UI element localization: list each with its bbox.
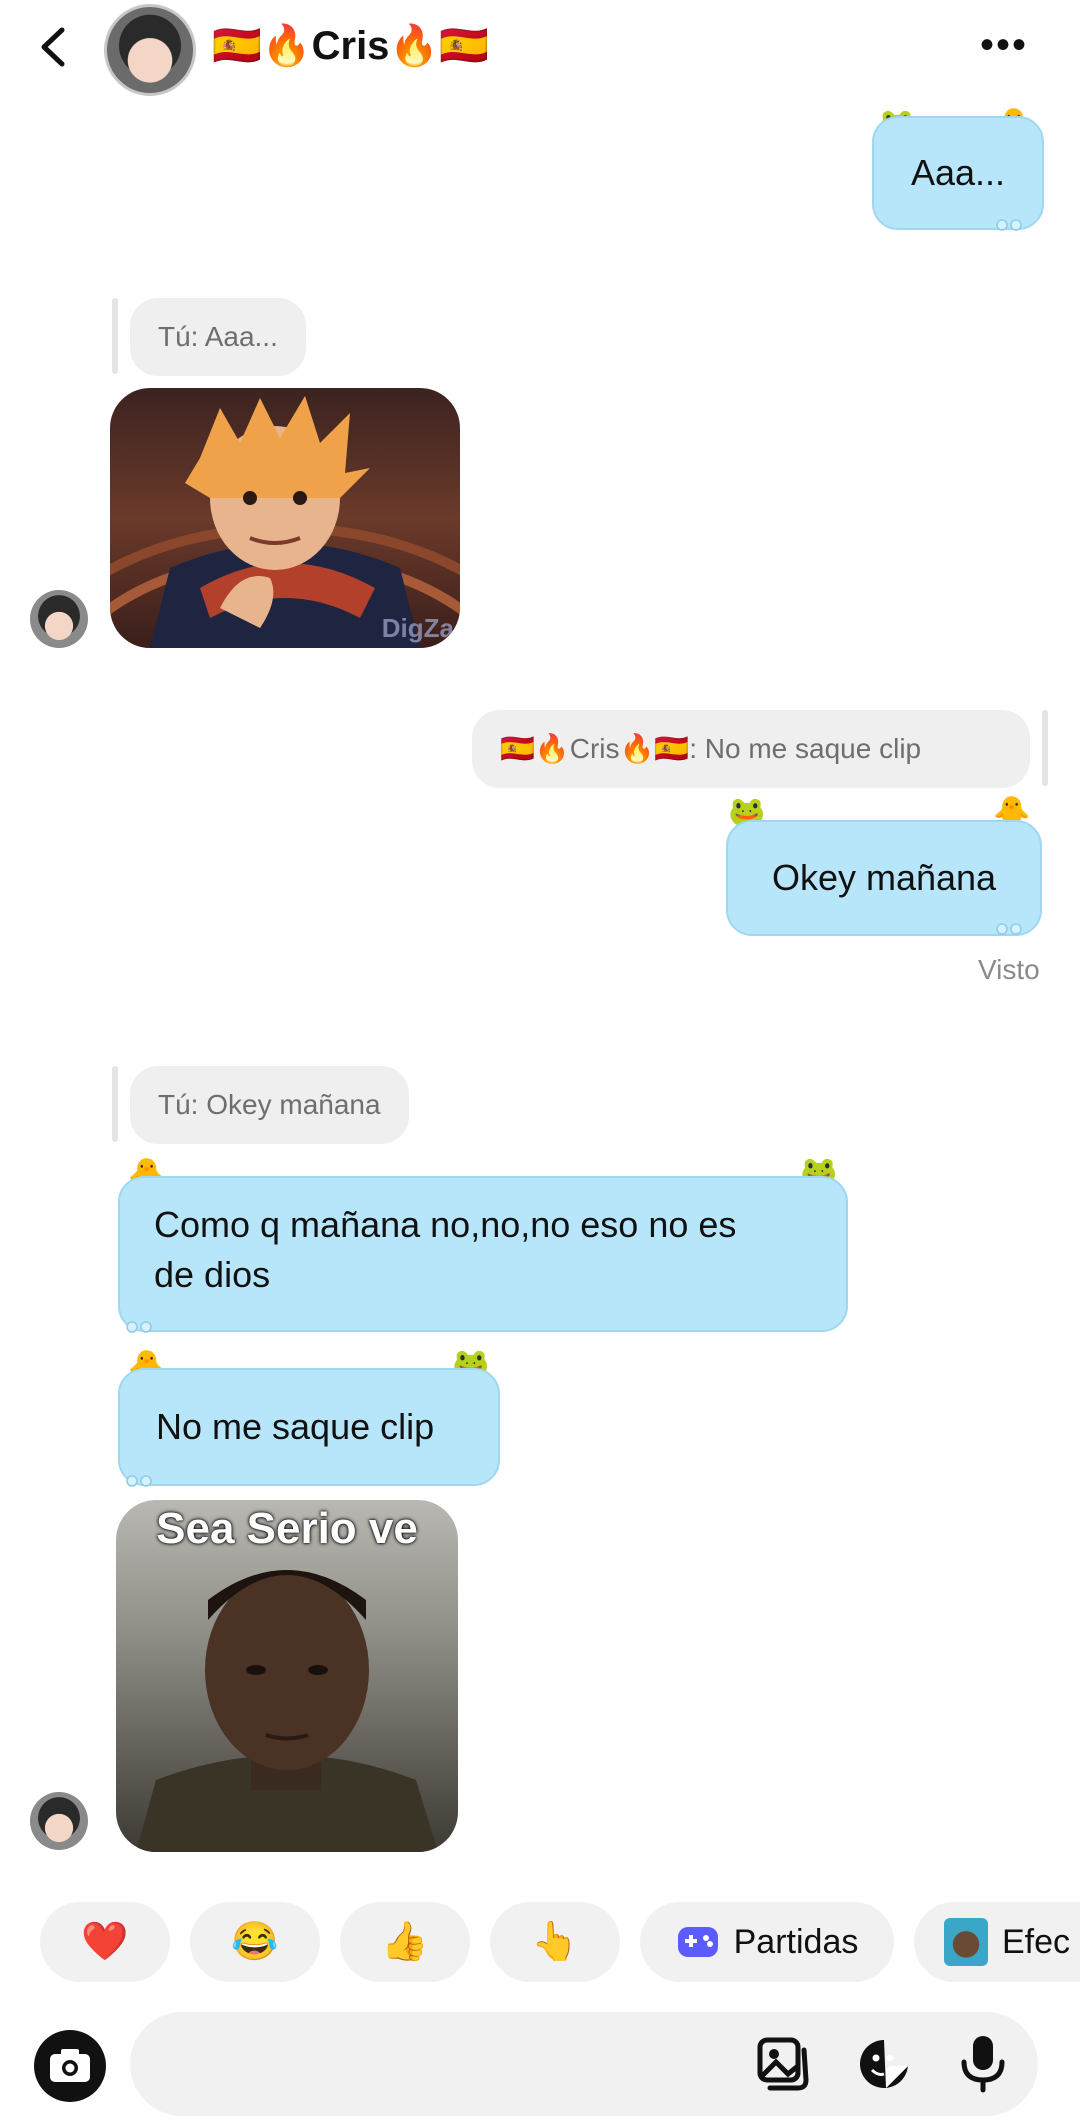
bubble-dots-icon <box>126 1475 152 1487</box>
reply-text: Tú: Aaa... <box>158 321 278 352</box>
meme-caption: Sea Serio ve <box>156 1504 418 1553</box>
message-text: No me saque clip <box>156 1406 435 1447</box>
received-image-anime[interactable]: DigZa <box>110 388 460 648</box>
game-controller-icon <box>677 1927 718 1957</box>
heart-icon: ❤️ <box>81 1921 129 1963</box>
reply-text: 🇪🇸🔥Cris🔥🇪🇸: No me saque clip <box>500 733 922 764</box>
microphone-icon[interactable] <box>958 2034 1008 2094</box>
gallery-icon[interactable] <box>756 2036 812 2092</box>
received-image-meme[interactable]: Sea Serio ve <box>116 1500 458 1852</box>
more-options-icon[interactable]: ••• <box>980 25 1040 65</box>
partidas-label: Partidas <box>733 1922 859 1961</box>
sender-avatar[interactable] <box>30 590 88 648</box>
quick-react-point-up[interactable]: 👆 <box>490 1902 620 1982</box>
seen-status: Visto <box>978 954 1040 985</box>
reply-indicator-bar <box>112 298 118 374</box>
received-message-bubble[interactable]: Como q mañana no,no,no eso no es de dios <box>118 1176 848 1332</box>
effect-thumbnail-icon <box>944 1918 988 1966</box>
bubble-dots-icon <box>126 1321 152 1333</box>
sent-message-bubble[interactable]: Okey mañana <box>726 820 1042 936</box>
contact-avatar[interactable] <box>104 4 196 96</box>
reply-preview[interactable]: 🇪🇸🔥Cris🔥🇪🇸: No me saque clip <box>472 710 1030 788</box>
message-text: Okey mañana <box>771 857 997 898</box>
reply-text: Tú: Okey mañana <box>158 1089 381 1120</box>
reply-indicator-bar <box>1042 710 1048 786</box>
chat-header: 🇪🇸🔥Cris🔥🇪🇸 ••• <box>0 0 1080 110</box>
quick-react-thumbs-up[interactable]: 👍 <box>340 1902 470 1982</box>
point-up-icon: 👆 <box>531 1921 579 1963</box>
sent-message-bubble[interactable]: Aaa... <box>872 116 1044 230</box>
bubble-dots-icon <box>996 923 1022 935</box>
message-text: Aaa... <box>910 152 1006 193</box>
efectos-button[interactable]: Efec <box>914 1902 1080 1982</box>
quick-react-heart[interactable]: ❤️ <box>40 1902 170 1982</box>
received-message-bubble[interactable]: No me saque clip <box>118 1368 500 1486</box>
reply-preview[interactable]: Tú: Aaa... <box>130 298 306 376</box>
image-watermark: DigZa <box>381 613 454 643</box>
bubble-dots-icon <box>996 219 1022 231</box>
partidas-button[interactable]: Partidas <box>640 1902 894 1982</box>
sender-avatar[interactable] <box>30 1792 88 1850</box>
thumbs-up-icon: 👍 <box>381 1921 429 1963</box>
reply-indicator-bar <box>112 1066 118 1142</box>
sticker-icon[interactable] <box>856 2036 912 2092</box>
back-chevron-icon[interactable] <box>30 22 80 72</box>
anime-character-illustration <box>110 396 460 648</box>
message-line-2: de dios <box>154 1254 271 1295</box>
camera-icon[interactable] <box>34 2030 106 2102</box>
quick-react-laugh[interactable]: 😂 <box>190 1902 320 1982</box>
contact-name[interactable]: 🇪🇸🔥Cris🔥🇪🇸 <box>212 22 489 69</box>
efectos-label: Efec <box>1002 1922 1071 1961</box>
laughing-emoji-icon: 😂 <box>231 1921 279 1963</box>
reply-preview[interactable]: Tú: Okey mañana <box>130 1066 409 1144</box>
message-line-1: Como q mañana no,no,no eso no es <box>154 1204 737 1245</box>
